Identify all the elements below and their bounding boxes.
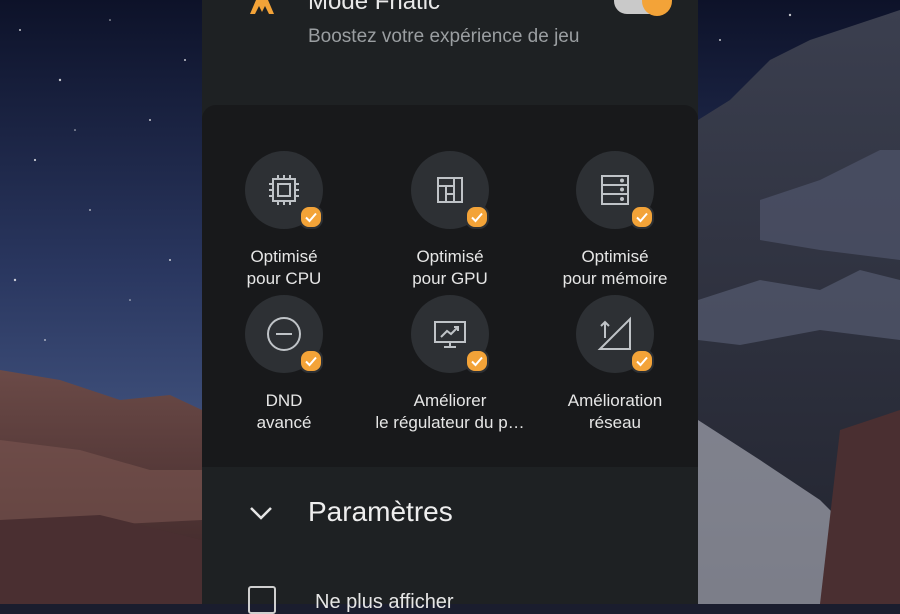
settings-label: Paramètres <box>308 496 453 527</box>
checked-icon <box>630 349 654 373</box>
option-circle <box>576 151 654 229</box>
checked-icon <box>465 205 489 229</box>
option-label: DND avancé <box>256 391 312 432</box>
header: Mode Fnatic Boostez votre expérience de … <box>202 0 698 105</box>
mode-toggle[interactable] <box>614 0 672 16</box>
memory-icon <box>601 175 629 205</box>
checked-icon <box>299 349 323 373</box>
option-circle <box>245 295 323 373</box>
chevron-down-icon <box>250 507 272 520</box>
optimization-card: Optimisé pour CPU Optimisé pour GPU Opti… <box>202 105 698 467</box>
option-label: Optimisé pour mémoire <box>562 247 668 288</box>
option-circle <box>576 295 654 373</box>
option-circle <box>245 151 323 229</box>
gpu-icon <box>437 177 463 203</box>
dnd-icon <box>267 317 301 351</box>
settings-row[interactable]: Paramètres <box>202 467 698 559</box>
dont-show-checkbox[interactable] <box>248 586 276 614</box>
dont-show-label: Ne plus afficher <box>315 591 454 613</box>
checked-icon <box>465 349 489 373</box>
checked-icon <box>299 205 323 229</box>
checked-icon <box>630 205 654 229</box>
option-label: Optimisé pour CPU <box>246 247 322 288</box>
mode-subtitle: Boostez votre expérience de jeu <box>308 26 580 47</box>
cpu-icon <box>269 175 299 205</box>
option-label: Amélioration réseau <box>567 391 663 432</box>
option-label: Optimisé pour GPU <box>412 247 488 288</box>
game-mode-panel: Mode Fnatic Boostez votre expérience de … <box>202 0 698 614</box>
fnatic-logo-icon <box>250 0 274 14</box>
option-circle <box>411 295 489 373</box>
network-signal-icon <box>597 316 631 350</box>
monitor-chart-icon <box>434 321 466 348</box>
mode-title: Mode Fnatic <box>308 0 441 15</box>
option-label: Améliorer le régulateur du p… <box>375 391 525 432</box>
dont-show-row[interactable]: Ne plus afficher <box>202 570 698 614</box>
option-circle <box>411 151 489 229</box>
